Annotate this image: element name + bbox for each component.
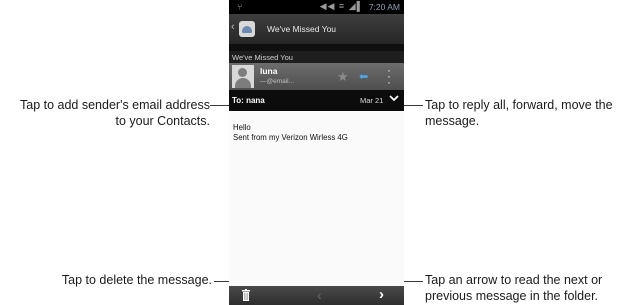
- reply-arrow-icon[interactable]: ⬅: [359, 70, 368, 83]
- to-recipient: To: nana: [232, 96, 265, 105]
- email-app-icon[interactable]: [239, 21, 255, 37]
- callout-reply-all-line2: message.: [425, 113, 480, 128]
- sender-name: luna: [260, 66, 278, 76]
- sender-email: —@email...: [260, 78, 295, 85]
- trash-icon[interactable]: [242, 289, 250, 301]
- callout-reply-all-line1: Tap to reply all, forward, move the: [425, 98, 613, 112]
- callout-next-prev-line2: previous message in the folder.: [425, 288, 599, 303]
- header-title: We've Missed You: [267, 24, 337, 34]
- prev-arrow-icon[interactable]: ‹: [317, 287, 322, 303]
- message-body-line2: Sent from my Verizon Wirless 4G: [233, 133, 348, 142]
- status-time: 7:20 AM: [368, 2, 400, 12]
- callout-delete: Tap to delete the message.: [0, 273, 212, 289]
- message-date: Mar 21: [360, 96, 384, 105]
- status-bar: ⑂ ◀◀ ≡ ◢▌ 7:20 AM: [229, 0, 404, 14]
- subject-header: We've Missed You: [229, 51, 404, 63]
- signal-icons: ◀◀ ≡ ◢▌: [319, 1, 364, 11]
- sender-avatar-add-contact[interactable]: [232, 65, 254, 88]
- phone-screen: ⑂ ◀◀ ≡ ◢▌ 7:20 AM ‹ We've Missed You We'…: [229, 0, 404, 305]
- callout-next-prev: Tap an arrow to read the next or previou…: [425, 273, 630, 304]
- callout-add-contact: Tap to add sender's email address to you…: [0, 98, 210, 129]
- star-icon[interactable]: ★: [337, 69, 349, 85]
- sender-row: luna —@email... ★ ⬅ · · ·: [229, 63, 404, 90]
- title-bar: ‹ We've Missed You: [229, 14, 404, 44]
- callout-reply-all: Tap to reply all, forward, move the mess…: [425, 98, 630, 129]
- next-arrow-icon[interactable]: ›: [379, 286, 384, 303]
- bottom-action-bar: ‹ ›: [229, 286, 404, 305]
- callout-add-contact-line2: to your Contacts.: [115, 113, 211, 128]
- chevron-down-icon[interactable]: [389, 93, 399, 103]
- message-body-line1: Hello: [233, 123, 251, 132]
- callout-delete-text: Tap to delete the message.: [61, 273, 212, 287]
- message-subject: We've Missed You: [232, 53, 293, 62]
- message-body: Hello Sent from my Verizon Wirless 4G: [229, 111, 404, 286]
- notification-icon: ⑂: [237, 2, 243, 12]
- more-vertical-icon[interactable]: · · ·: [387, 64, 391, 88]
- callout-next-prev-line1: Tap an arrow to read the next or: [425, 273, 603, 287]
- back-chevron-icon[interactable]: ‹: [231, 21, 235, 33]
- recipient-row: To: nana Mar 21: [229, 90, 404, 111]
- callout-add-contact-line1: Tap to add sender's email address: [20, 98, 210, 112]
